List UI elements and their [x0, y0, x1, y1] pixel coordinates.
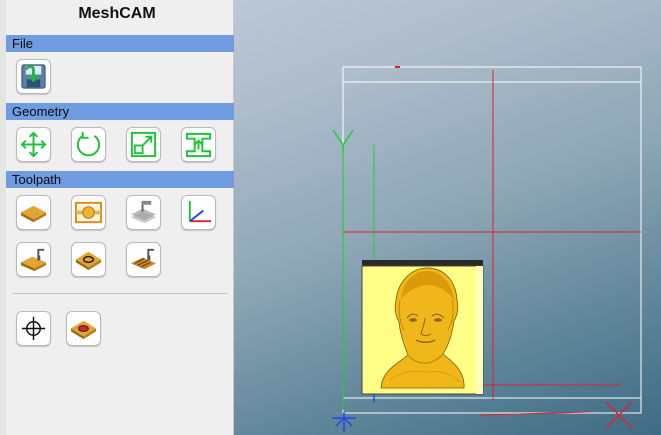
set-origin-button[interactable]	[16, 311, 51, 346]
holes-button[interactable]	[66, 311, 101, 346]
depth-icon	[130, 200, 157, 224]
contour-icon	[75, 251, 102, 271]
panel-divider	[12, 293, 228, 294]
z-axis-marker	[332, 412, 356, 432]
stock-button[interactable]	[16, 195, 51, 230]
save-button[interactable]	[16, 59, 51, 94]
section-file: File	[6, 35, 234, 52]
contour-button[interactable]	[71, 242, 106, 277]
section-geometry: Geometry	[6, 103, 234, 120]
depth-button[interactable]	[126, 195, 161, 230]
rotate-icon	[76, 131, 101, 157]
raise-part-icon	[185, 132, 212, 158]
holes-icon	[70, 320, 97, 340]
axes-icon	[188, 200, 212, 223]
toolbar-panel: MeshCAM File Geometry Toolpath	[0, 0, 234, 435]
save-icon	[21, 64, 46, 89]
region-select-button[interactable]	[71, 195, 106, 230]
app-title: MeshCAM	[78, 5, 156, 22]
axes-button[interactable]	[181, 195, 216, 230]
roughing-icon	[20, 248, 47, 272]
region-select-icon	[74, 201, 103, 224]
roughing-button[interactable]	[16, 242, 51, 277]
move-button[interactable]	[16, 127, 51, 162]
finishing-button[interactable]	[126, 242, 161, 277]
scale-button[interactable]	[126, 127, 161, 162]
rotate-button[interactable]	[71, 127, 106, 162]
stock-icon	[20, 205, 47, 223]
move-icon	[20, 131, 47, 158]
panel-edge	[0, 0, 6, 435]
raise-part-button[interactable]	[181, 127, 216, 162]
crosshair-origin-icon	[21, 316, 46, 341]
section-toolpath: Toolpath	[6, 171, 234, 188]
scale-icon	[130, 131, 157, 158]
stock-top-shadow	[362, 260, 483, 266]
finishing-icon	[130, 248, 157, 270]
